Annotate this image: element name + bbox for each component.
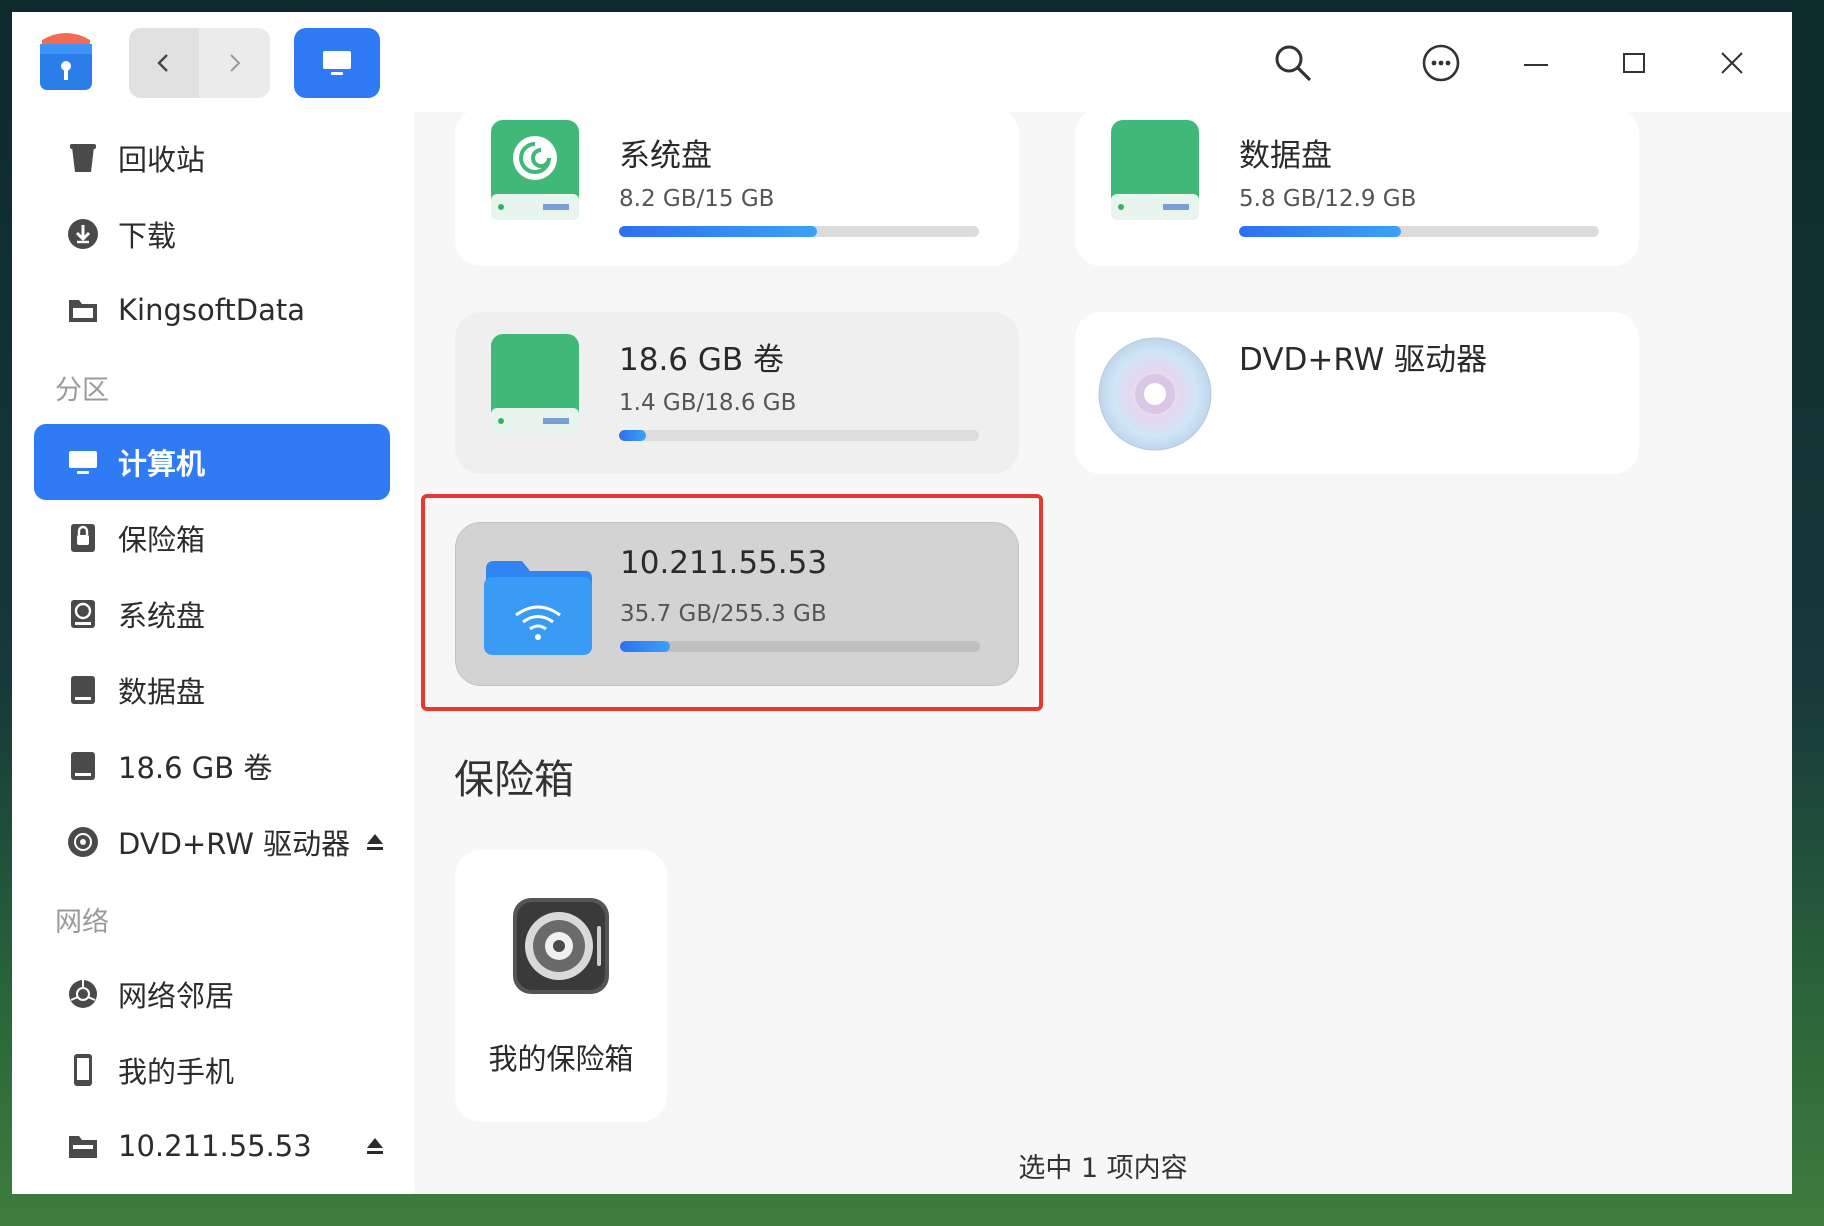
sidebar-item-trash[interactable]: 回收站 [34, 120, 390, 196]
main-menu-button[interactable] [1420, 42, 1462, 84]
maximize-button[interactable] [1613, 42, 1655, 84]
network-share-icon [66, 1129, 100, 1163]
section-title-vault: 保险箱 [454, 757, 574, 803]
sidebar-item-label: 下载 [118, 219, 177, 253]
minimize-icon [1524, 64, 1548, 66]
sidebar: 回收站 下载 KingsoftData 分区 计算机 保险箱 系统盘 数据盘 1… [12, 112, 414, 1194]
group-label-network: 网络 [55, 907, 109, 938]
navigation-group [129, 28, 270, 98]
sidebar-item-label: 网络邻居 [118, 979, 235, 1013]
sidebar-item-label: 保险箱 [118, 523, 206, 557]
drive-card-data[interactable]: 数据盘 5.8 GB/12.9 GB [1075, 108, 1639, 266]
back-button[interactable] [129, 28, 199, 98]
status-bar: 选中 1 项内容 [1018, 1153, 1188, 1184]
title-bar [12, 12, 1792, 112]
folder-icon [66, 293, 100, 327]
sidebar-item-label: 18.6 GB 卷 [118, 751, 273, 785]
disk-icon [66, 673, 100, 707]
drive-card-dvd[interactable]: DVD+RW 驱动器 [1075, 312, 1639, 474]
file-manager-window: 回收站 下载 KingsoftData 分区 计算机 保险箱 系统盘 数据盘 1… [12, 12, 1792, 1194]
sidebar-item-label: DVD+RW 驱动器 [118, 827, 351, 861]
sidebar-item-data-disk[interactable]: 数据盘 [34, 652, 390, 728]
close-button[interactable] [1711, 42, 1753, 84]
data-drive-icon [1109, 120, 1201, 230]
selection-highlight [421, 494, 1043, 711]
sidebar-item-dvd-drive[interactable]: DVD+RW 驱动器 [34, 804, 390, 880]
drive-name: 数据盘 [1239, 138, 1332, 174]
system-disk-icon [66, 597, 100, 631]
sidebar-item-computer[interactable]: 计算机 [34, 424, 390, 500]
usage-bar-fill [619, 226, 817, 237]
sidebar-item-label: 10.211.55.53 [118, 1129, 312, 1163]
minimize-button[interactable] [1515, 42, 1557, 84]
sidebar-item-label: 数据盘 [118, 675, 206, 709]
sidebar-item-my-phone[interactable]: 我的手机 [34, 1032, 390, 1108]
drive-card-volume[interactable]: 18.6 GB 卷 1.4 GB/18.6 GB [455, 312, 1019, 474]
sidebar-item-network-neighborhood[interactable]: 网络邻居 [34, 956, 390, 1032]
more-icon [1422, 44, 1460, 82]
disc-icon [1097, 336, 1213, 452]
group-label-partitions: 分区 [55, 375, 109, 406]
vault-icon [66, 521, 100, 555]
sidebar-item-system-disk[interactable]: 系统盘 [34, 576, 390, 652]
usage-bar [619, 226, 979, 237]
sidebar-item-download[interactable]: 下载 [34, 196, 390, 272]
sidebar-item-network-share[interactable]: 10.211.55.53 [34, 1108, 390, 1184]
sidebar-item-vault[interactable]: 保险箱 [34, 500, 390, 576]
usage-bar-fill [619, 430, 646, 441]
drive-usage: 1.4 GB/18.6 GB [619, 390, 797, 416]
search-button[interactable] [1272, 42, 1314, 84]
disc-icon [66, 825, 100, 859]
drive-usage: 5.8 GB/12.9 GB [1239, 186, 1417, 212]
drive-card-system[interactable]: 系统盘 8.2 GB/15 GB [455, 108, 1019, 266]
phone-icon [66, 1053, 100, 1087]
chevron-right-icon [230, 54, 241, 72]
system-drive-icon [489, 120, 581, 230]
network-icon [66, 977, 100, 1011]
sidebar-item-label: 我的手机 [118, 1055, 235, 1089]
sidebar-item-label: 计算机 [118, 447, 206, 481]
computer-view-button[interactable] [294, 28, 380, 98]
file-manager-icon [36, 30, 96, 94]
sidebar-item-label: 回收站 [118, 143, 206, 177]
chevron-left-icon [157, 54, 168, 72]
drive-name: DVD+RW 驱动器 [1239, 342, 1488, 378]
download-icon [66, 217, 100, 251]
sidebar-item-label: KingsoftData [118, 293, 306, 327]
drive-usage: 8.2 GB/15 GB [619, 186, 775, 212]
drive-name: 18.6 GB 卷 [619, 342, 785, 378]
eject-icon[interactable] [364, 1135, 386, 1157]
sidebar-item-kingsoftdata[interactable]: KingsoftData [34, 272, 390, 348]
disk-icon [66, 749, 100, 783]
sidebar-item-volume-18-6[interactable]: 18.6 GB 卷 [34, 728, 390, 804]
computer-icon [323, 51, 351, 75]
vault-icon [511, 896, 611, 996]
sidebar-item-label: 系统盘 [118, 599, 206, 633]
search-icon [1275, 45, 1312, 82]
usage-bar [619, 430, 979, 441]
drive-name: 系统盘 [619, 138, 712, 174]
forward-button[interactable] [199, 28, 269, 98]
usage-bar-fill [1239, 226, 1401, 237]
trash-icon [66, 141, 100, 175]
vault-card[interactable]: 我的保险箱 [455, 850, 667, 1122]
eject-icon[interactable] [364, 831, 386, 853]
computer-icon [66, 445, 100, 479]
usage-bar [1239, 226, 1599, 237]
close-icon [1721, 52, 1743, 74]
volume-drive-icon [489, 334, 581, 444]
vault-item-label: 我的保险箱 [488, 1042, 634, 1076]
maximize-icon [1623, 53, 1645, 73]
